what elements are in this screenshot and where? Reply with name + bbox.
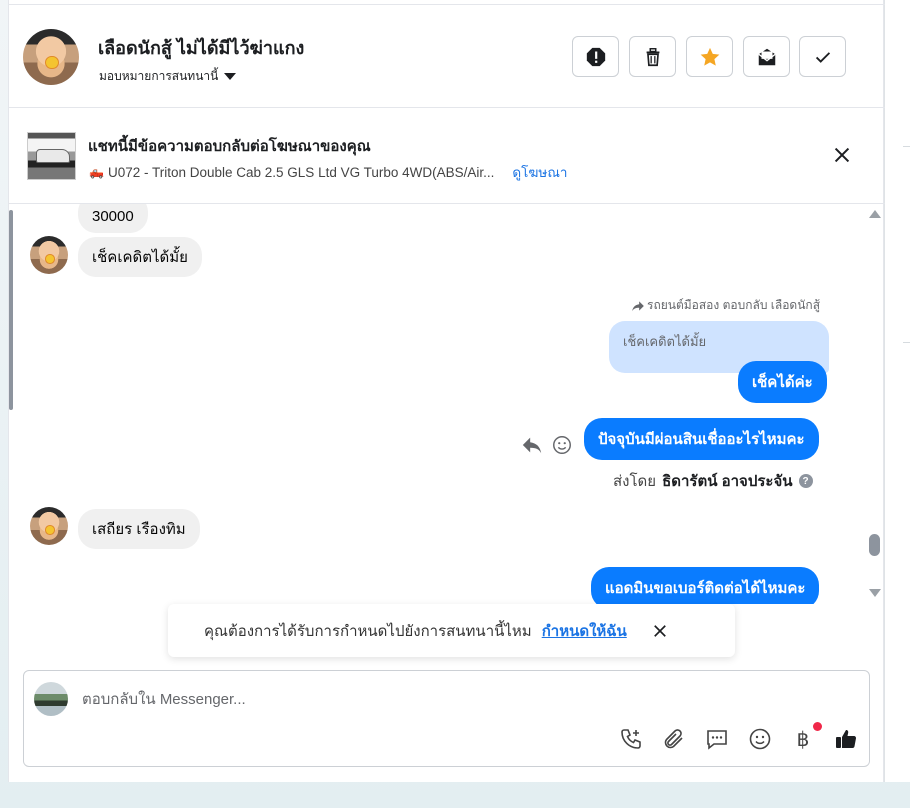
like-icon bbox=[836, 730, 857, 749]
emoji-button[interactable] bbox=[747, 726, 773, 752]
close-icon[interactable] bbox=[651, 622, 669, 640]
saved-replies-icon bbox=[707, 730, 727, 750]
incoming-message: เช็คเคดิตได้มั้ย bbox=[78, 237, 202, 277]
sent-by-prefix: ส่งโดย bbox=[613, 473, 657, 490]
outgoing-message: ปัจจุบันมีผ่อนสินเชื่ออะไรไหมคะ bbox=[584, 418, 819, 460]
incoming-message: 30000 bbox=[78, 204, 148, 233]
trash-icon bbox=[646, 47, 659, 66]
payment-button[interactable]: ฿ bbox=[790, 722, 822, 752]
sent-by-label: ส่งโดย ธิดารัตน์ อาจประจัน ? bbox=[613, 469, 813, 493]
ad-reply-banner: แชทนี้มีข้อความตอบกลับต่อโฆษณาของคุณ 🛻 U… bbox=[9, 108, 885, 204]
baht-icon: ฿ bbox=[796, 727, 810, 751]
assign-dropdown[interactable]: มอบหมายการสนทนานี้ bbox=[99, 67, 237, 86]
contact-name[interactable]: เลือดนักสู้ ไม่ได้มีไว้ฆ่าแกง bbox=[98, 33, 304, 62]
ad-thumbnail[interactable] bbox=[27, 132, 76, 180]
ad-banner-title: แชทนี้มีข้อความตอบกลับต่อโฆษณาของคุณ bbox=[88, 138, 371, 155]
page-avatar bbox=[34, 682, 68, 716]
envelope-icon bbox=[757, 48, 776, 65]
like-button[interactable] bbox=[833, 726, 859, 752]
scroll-up-arrow-icon[interactable] bbox=[869, 210, 881, 218]
view-ad-link[interactable]: ดูโฆษณา bbox=[512, 161, 567, 183]
incoming-message: เสถียร เรืองทิม bbox=[78, 509, 200, 549]
notification-dot bbox=[813, 722, 822, 731]
mark-spam-button[interactable] bbox=[572, 36, 619, 77]
close-icon[interactable] bbox=[831, 144, 853, 166]
message-list[interactable]: 30000 เช็คเคดิตได้มั้ย รถยนต์มือสอง ตอบก… bbox=[9, 204, 885, 604]
composer-toolbar: ฿ bbox=[618, 722, 859, 752]
assign-label: มอบหมายการสนทนานี้ bbox=[99, 69, 219, 83]
attach-button[interactable] bbox=[661, 726, 687, 752]
ad-banner-subtitle: 🛻 U072 - Triton Double Cab 2.5 GLS Ltd V… bbox=[89, 161, 567, 183]
conversation-header: เลือดนักสู้ ไม่ได้มีไว้ฆ่าแกง มอบหมายการ… bbox=[9, 4, 885, 108]
mark-unread-button[interactable] bbox=[743, 36, 790, 77]
assign-prompt: คุณต้องการได้รับการกำหนดไปยังการสนทนานี้… bbox=[168, 604, 735, 657]
delete-button[interactable] bbox=[629, 36, 676, 77]
call-icon bbox=[621, 729, 641, 749]
reply-context-label: รถยนต์มือสอง ตอบกลับ เลือดนักสู้ bbox=[647, 298, 821, 312]
check-icon bbox=[815, 51, 830, 63]
truck-icon: 🛻 bbox=[89, 165, 104, 179]
emoji-icon bbox=[749, 728, 771, 750]
sender-avatar bbox=[30, 236, 68, 274]
assign-to-me-link[interactable]: กำหนดให้ฉัน bbox=[542, 619, 627, 643]
star-button[interactable] bbox=[686, 36, 733, 77]
saved-replies-button[interactable] bbox=[704, 726, 730, 752]
call-button[interactable] bbox=[618, 726, 644, 752]
caret-down-icon bbox=[224, 73, 237, 80]
sender-avatar bbox=[30, 507, 68, 545]
mark-done-button[interactable] bbox=[799, 36, 846, 77]
message-actions bbox=[521, 434, 573, 456]
alert-icon bbox=[586, 47, 605, 66]
reply-composer: ฿ bbox=[23, 670, 870, 767]
ad-name: U072 - Triton Double Cab 2.5 GLS Ltd VG … bbox=[107, 164, 495, 180]
star-icon bbox=[700, 47, 719, 66]
help-icon[interactable]: ? bbox=[798, 474, 813, 488]
reply-context: รถยนต์มือสอง ตอบกลับ เลือดนักสู้ bbox=[631, 296, 820, 315]
sent-by-name: ธิดารัตน์ อาจประจัน bbox=[662, 473, 793, 490]
contact-avatar[interactable] bbox=[23, 29, 79, 85]
scroll-down-arrow-icon[interactable] bbox=[869, 589, 881, 597]
conversation-panel: เลือดนักสู้ ไม่ได้มีไว้ฆ่าแกง มอบหมายการ… bbox=[8, 0, 885, 782]
outgoing-message: เช็คได้ค่ะ bbox=[738, 361, 827, 403]
attachment-icon bbox=[664, 729, 683, 749]
forward-icon bbox=[632, 300, 644, 311]
reply-input[interactable] bbox=[82, 687, 782, 711]
react-emoji-icon[interactable] bbox=[551, 434, 573, 456]
assign-prompt-text: คุณต้องการได้รับการกำหนดไปยังการสนทนานี้… bbox=[204, 622, 532, 640]
outgoing-message: แอดมินขอเบอร์ติดต่อได้ไหมคะ bbox=[591, 567, 820, 604]
right-side-panel bbox=[884, 0, 910, 782]
message-scrollbar-thumb[interactable] bbox=[869, 534, 880, 556]
reply-icon[interactable] bbox=[521, 434, 543, 456]
